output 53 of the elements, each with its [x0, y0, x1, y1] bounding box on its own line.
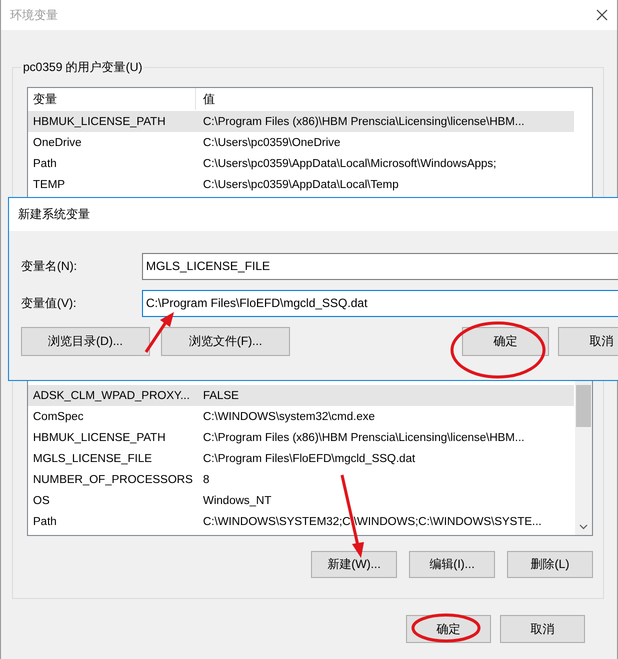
dialog-button[interactable]: 删除(L) [507, 551, 593, 578]
variable-row[interactable]: ADSK_CLM_WPAD_PROXY... FALSE [28, 385, 574, 406]
table-cell-text: ADSK_CLM_WPAD_PROXY... [32, 390, 191, 402]
scroll-thumb[interactable] [576, 385, 591, 427]
table-cell-text: TEMP [32, 178, 66, 190]
field-label: 变量值(V): [21, 295, 78, 312]
column-header[interactable]: 值 [196, 88, 215, 110]
pointer-arrow [144, 312, 174, 353]
table-cell-text: ComSpec [32, 410, 84, 422]
table-cell-text: C:\Users\pc0359\OneDrive [202, 136, 340, 148]
table-cell-text: HBMUK_LICENSE_PATH [32, 116, 166, 128]
group-label: pc0359 的用户变量(U) [21, 60, 144, 74]
variable-row[interactable]: NUMBER_OF_PROCESSORS 8 [28, 469, 574, 490]
field-label: 变量名(N): [21, 258, 78, 275]
variable-row[interactable]: Path C:\Users\pc0359\AppData\Local\Microsoft\WindowsApps; [28, 153, 574, 174]
browse-button[interactable]: 浏览目录(D)... [21, 327, 150, 356]
dialog-button[interactable]: 新建(W)... [311, 551, 397, 578]
table-cell-text: MGLS_LICENSE_FILE [32, 452, 153, 464]
table-cell-text: OS [32, 494, 51, 506]
table-cell-text: Path [32, 516, 58, 528]
cancel-button[interactable]: 取消 [558, 327, 618, 356]
variable-row[interactable]: HBMUK_LICENSE_PATH C:\Program Files (x86)\HBM Prenscia\Licensing\license\HBM... [28, 111, 574, 132]
table-cell-text: C:\Program Files\FloEFD\mgcld_SSQ.dat [202, 452, 416, 464]
chevron-down-icon[interactable] [579, 524, 588, 530]
table-cell-text: C:\Users\pc0359\AppData\Local\Temp [202, 178, 399, 190]
table-cell-text: C:\Program Files (x86)\HBM Prenscia\Licensing\license\HBM... [202, 116, 524, 128]
ok-button[interactable]: 确定 [462, 327, 549, 356]
highlight-ellipse [412, 614, 480, 642]
variable-row[interactable]: OneDrive C:\Users\pc0359\OneDrive [28, 132, 574, 153]
table-cell-text: Windows_NT [202, 494, 272, 506]
table-cell-text: FALSE [202, 390, 239, 402]
table-cell-text: C:\WINDOWS\system32\cmd.exe [202, 410, 375, 422]
table-cell-text: HBMUK_LICENSE_PATH [32, 432, 166, 444]
variable-row[interactable]: ComSpec C:\WINDOWS\system32\cmd.exe [28, 406, 574, 427]
variable-row[interactable]: HBMUK_LICENSE_PATH C:\Program Files (x86)\HBM Prenscia\Licensing\license\HBM... [28, 427, 574, 448]
table-cell-text: 8 [202, 474, 210, 486]
table-cell-text: Path [32, 158, 58, 170]
table-cell-text: C:\Program Files (x86)\HBM Prenscia\Licensing\license\HBM... [202, 432, 524, 444]
variable-row[interactable]: OS Windows_NT [28, 490, 574, 511]
window-title: 环境变量 [10, 6, 58, 24]
table-cell-text: OneDrive [32, 136, 83, 148]
close-icon[interactable] [596, 9, 608, 21]
browse-button[interactable]: 浏览文件(F)... [161, 327, 290, 356]
table-cell-text: NUMBER_OF_PROCESSORS [32, 474, 194, 486]
cancel-button[interactable]: 取消 [500, 615, 585, 643]
column-header[interactable]: 变量 [28, 88, 196, 110]
input-field[interactable]: C:\Program Files\FloEFD\mgcld_SSQ.dat [142, 290, 618, 317]
input-field[interactable]: MGLS_LICENSE_FILE [142, 253, 618, 280]
variable-row[interactable]: TEMP C:\Users\pc0359\AppData\Local\Temp [28, 174, 574, 195]
dialog-title: 新建系统变量 [18, 206, 90, 223]
table-cell-text: C:\Users\pc0359\AppData\Local\Microsoft\WindowsApps; [202, 158, 496, 170]
dialog-button[interactable]: 编辑(I)... [409, 551, 495, 578]
variable-row[interactable]: MGLS_LICENSE_FILE C:\Program Files\FloEFD\mgcld_SSQ.dat [28, 448, 574, 469]
